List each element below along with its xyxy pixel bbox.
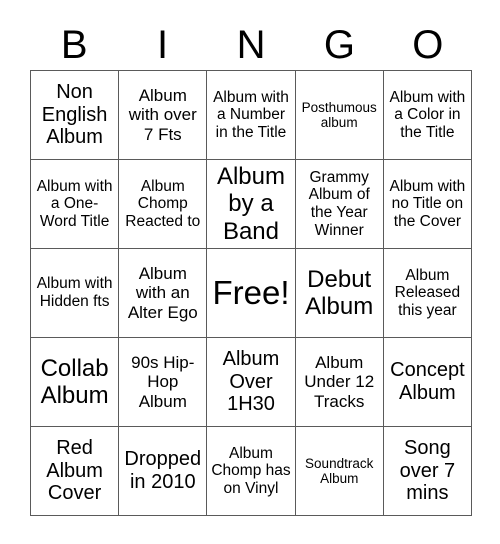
bingo-cell[interactable]: Album Chomp has on Vinyl: [207, 427, 296, 516]
bingo-cell-label: Album with a Color in the Title: [389, 88, 466, 141]
bingo-cell-label: Posthumous album: [301, 99, 377, 130]
header-letter-o: O: [384, 20, 472, 70]
bingo-cell[interactable]: 90s Hip-Hop Album: [119, 338, 208, 427]
bingo-cell[interactable]: Debut Album: [295, 249, 384, 338]
bingo-header-row: B I N G O: [30, 20, 472, 70]
bingo-cell[interactable]: Album by a Band: [207, 160, 296, 249]
header-letter-n-text: N: [236, 23, 266, 67]
bingo-cell[interactable]: Album Released this year: [383, 249, 472, 338]
bingo-cell[interactable]: Non English Album: [31, 71, 120, 160]
bingo-cell-label: Song over 7 mins: [399, 436, 456, 505]
bingo-cell-label: Album with an Alter Ego: [127, 263, 198, 322]
bingo-cell-label: Collab Album: [40, 354, 109, 409]
bingo-cell[interactable]: Red Album Cover: [31, 427, 120, 516]
bingo-cell-label: Album with no Title on the Cover: [389, 177, 466, 230]
bingo-cell[interactable]: Concept Album: [383, 338, 472, 427]
header-letter-b-text: B: [60, 23, 88, 67]
header-letter-n: N: [207, 20, 295, 70]
bingo-cell[interactable]: Collab Album: [31, 338, 120, 427]
bingo-cell-label: Album Under 12 Tracks: [304, 352, 375, 411]
bingo-cell[interactable]: Album Over 1H30: [207, 338, 296, 427]
bingo-cell-label: Album Chomp has on Vinyl: [211, 444, 291, 497]
bingo-cell-label: Soundtrack Album: [305, 455, 374, 486]
bingo-cell-label: Free!: [212, 273, 290, 311]
bingo-cell-label: Concept Album: [390, 359, 465, 404]
bingo-cell-label: Album by a Band: [216, 162, 285, 245]
bingo-cell[interactable]: Album Chomp Reacted to: [119, 160, 208, 249]
bingo-card: B I N G O Non English Album Album with ov…: [0, 0, 500, 544]
bingo-cell-label: Non English Album: [41, 80, 108, 149]
header-letter-b: B: [30, 20, 118, 70]
bingo-cell[interactable]: Posthumous album: [295, 71, 384, 160]
bingo-cell[interactable]: Album with no Title on the Cover: [383, 160, 472, 249]
bingo-cell[interactable]: Dropped in 2010: [119, 427, 208, 516]
bingo-cell[interactable]: Soundtrack Album: [295, 427, 384, 516]
bingo-cell[interactable]: Album with an Alter Ego: [119, 249, 208, 338]
bingo-cell-label: Dropped in 2010: [124, 448, 202, 493]
bingo-cell-label: Album with a One-Word Title: [36, 177, 113, 230]
bingo-cell[interactable]: Album with a Color in the Title: [383, 71, 472, 160]
bingo-cell-free[interactable]: Free!: [207, 249, 296, 338]
bingo-cell-label: Album with a Number in the Title: [213, 88, 289, 141]
header-letter-o-text: O: [412, 23, 444, 67]
bingo-cell[interactable]: Album Under 12 Tracks: [295, 338, 384, 427]
bingo-cell-label: Album with over 7 Fts: [128, 85, 197, 144]
bingo-cell-label: Album Released this year: [394, 266, 461, 319]
header-letter-i: I: [118, 20, 206, 70]
bingo-cell-label: Album Chomp Reacted to: [125, 177, 201, 230]
bingo-cell-label: Red Album Cover: [46, 436, 103, 505]
bingo-cell[interactable]: Album with over 7 Fts: [119, 71, 208, 160]
bingo-cell[interactable]: Grammy Album of the Year Winner: [295, 160, 384, 249]
bingo-cell[interactable]: Album with a One-Word Title: [31, 160, 120, 249]
bingo-cell[interactable]: Album with a Number in the Title: [207, 71, 296, 160]
bingo-cell[interactable]: Album with Hidden fts: [31, 249, 120, 338]
bingo-cell[interactable]: Song over 7 mins: [383, 427, 472, 516]
bingo-grid: Non English Album Album with over 7 Fts Al…: [30, 70, 472, 516]
bingo-cell-label: Debut Album: [305, 265, 374, 320]
header-letter-g-text: G: [323, 23, 355, 67]
header-letter-i-text: I: [157, 23, 169, 67]
bingo-cell-label: Grammy Album of the Year Winner: [308, 168, 370, 239]
bingo-cell-label: Album with Hidden fts: [36, 275, 113, 310]
header-letter-g: G: [295, 20, 383, 70]
bingo-cell-label: Album Over 1H30: [222, 347, 280, 416]
bingo-cell-label: 90s Hip-Hop Album: [131, 352, 195, 411]
